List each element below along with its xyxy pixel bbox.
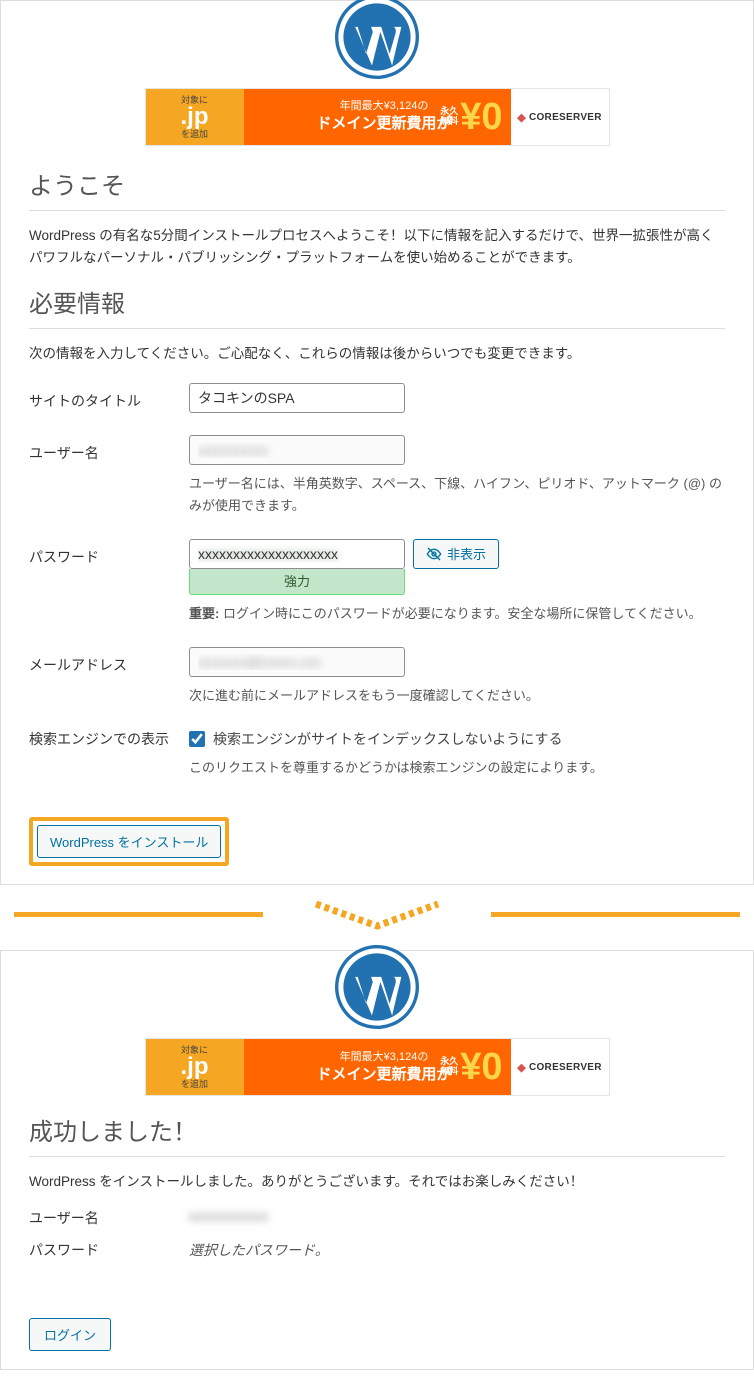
banner-left-bottom: を追加 (181, 129, 208, 139)
chevron-down-icon (312, 900, 442, 938)
success-title: 成功しました！ (29, 1112, 725, 1147)
banner-mid: 年間最大¥3,124の ドメイン更新費用が 永久 無料 ¥0 (244, 89, 511, 145)
ad-banner[interactable]: 対象に .jp を追加 年間最大¥3,124の ドメイン更新費用が 永久 無料 … (145, 1038, 610, 1096)
wordpress-logo (1, 0, 753, 82)
banner-brand: CORESERVER (529, 112, 602, 123)
username-label: ユーザー名 (29, 435, 189, 463)
search-engine-checkbox[interactable] (189, 731, 205, 747)
username-input[interactable] (189, 435, 405, 465)
divider (29, 210, 725, 211)
success-username-value: xxxxxxxxxx (189, 1208, 269, 1224)
welcome-title: ようこそ (29, 166, 725, 201)
banner-jp: .jp (181, 105, 209, 129)
banner-price-tag2: 無料 (440, 117, 458, 127)
banner-price-value: ¥0 (460, 98, 502, 136)
install-button-highlight: WordPress をインストール (29, 817, 229, 866)
wordpress-icon (335, 0, 419, 79)
divider (29, 328, 725, 329)
login-button[interactable]: ログイン (29, 1318, 111, 1351)
site-title-input[interactable] (189, 383, 405, 413)
eye-slash-icon (426, 546, 442, 562)
info-text: 次の情報を入力してください。ご心配なく、これらの情報は後からいつでも変更できます… (29, 343, 725, 365)
search-engine-label: 検索エンジンでの表示 (29, 729, 189, 749)
welcome-text: WordPress の有名な5分間インストールプロセスへようこそ！以下に情報を記… (29, 225, 725, 270)
banner-left: 対象に .jp を追加 (146, 89, 244, 145)
banner-mid: 年間最大¥3,124の ドメイン更新費用が 永久 無料 ¥0 (244, 1039, 511, 1095)
wordpress-icon (335, 945, 419, 1029)
email-hint: 次に進む前にメールアドレスをもう一度確認してください。 (189, 685, 725, 707)
password-strength: 強力 (189, 569, 405, 595)
site-title-label: サイトのタイトル (29, 383, 189, 411)
password-input[interactable] (189, 539, 405, 569)
email-input[interactable] (189, 647, 405, 677)
banner-right: ◆CORESERVER (511, 89, 609, 145)
search-engine-hint: このリクエストを尊重するかどうかは検索エンジンの設定によります。 (189, 757, 725, 779)
password-hint: 重要: ログイン時にこのパスワードが必要になります。安全な場所に保管してください… (189, 603, 725, 625)
info-title: 必要情報 (29, 284, 725, 319)
hide-button-label: 非表示 (447, 544, 486, 563)
ad-banner[interactable]: 対象に .jp を追加 年間最大¥3,124の ドメイン更新費用が 永久 無料 … (145, 88, 610, 146)
success-password-label: パスワード (29, 1240, 189, 1260)
success-password-value: 選択したパスワード。 (189, 1242, 329, 1258)
username-hint: ユーザー名には、半角英数字、スペース、下線、ハイフン、ピリオド、アットマーク (… (189, 473, 725, 517)
arrow-separator (0, 900, 754, 956)
divider (29, 1156, 725, 1157)
email-label: メールアドレス (29, 647, 189, 675)
banner-left: 対象に .jp を追加 (146, 1039, 244, 1095)
hide-password-button[interactable]: 非表示 (413, 539, 499, 569)
search-engine-checkbox-label: 検索エンジンがサイトをインデックスしないようにする (213, 729, 562, 749)
success-text: WordPress をインストールしました。ありがとうございます。それではお楽し… (29, 1171, 725, 1193)
wordpress-logo (1, 945, 753, 1032)
password-label: パスワード (29, 539, 189, 567)
banner-right: ◆CORESERVER (511, 1039, 609, 1095)
success-username-label: ユーザー名 (29, 1208, 189, 1228)
install-button[interactable]: WordPress をインストール (37, 825, 221, 858)
